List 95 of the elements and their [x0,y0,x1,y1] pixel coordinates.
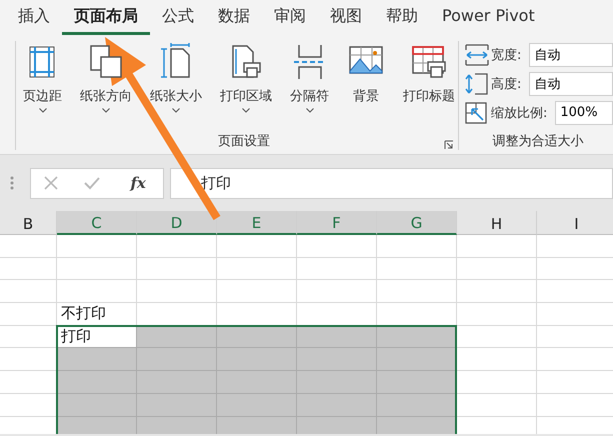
chevron-down-icon [102,108,110,112]
spreadsheet-cell[interactable] [137,235,217,258]
insert-function-button[interactable]: fx [126,174,150,192]
spreadsheet-cell[interactable] [377,348,457,372]
field-label: 高度: [491,76,522,93]
column-header[interactable]: G [377,211,457,235]
spreadsheet-cell[interactable] [457,394,537,416]
spreadsheet-cell[interactable] [377,280,457,304]
formula-input[interactable]: 打印 [170,168,613,198]
ribbon-tab[interactable]: 视图 [318,0,374,35]
spreadsheet-cell[interactable] [457,326,537,348]
ribbon-button[interactable]: 背景 [344,41,388,129]
spreadsheet-cell[interactable] [457,371,537,394]
column-header[interactable]: F [297,211,377,235]
spreadsheet-cell[interactable] [217,235,297,258]
field-label: 缩放比例: [491,104,548,122]
spreadsheet-cell[interactable] [377,416,457,434]
column-header[interactable]: C [57,211,137,235]
width-arrows-icon [463,42,489,68]
spreadsheet-cell[interactable] [457,235,537,258]
spreadsheet-cell[interactable] [57,371,137,394]
spreadsheet-cell[interactable] [217,394,297,416]
spreadsheet-cell[interactable] [217,258,297,280]
spreadsheet-cell[interactable] [297,348,377,372]
spreadsheet-cell[interactable] [57,348,137,372]
spreadsheet-cell[interactable] [217,280,297,304]
spreadsheet-cell[interactable] [57,394,137,416]
input-field[interactable]: 自动 [529,43,613,68]
spreadsheet-cell[interactable] [217,348,297,372]
spreadsheet-cell[interactable]: 不打印 [57,303,137,326]
ribbon-tab[interactable]: Power Pivot [430,0,547,35]
spreadsheet-cell[interactable] [377,371,457,394]
ribbon-button[interactable]: 打印标题 [400,41,458,129]
spreadsheet-cell[interactable] [0,235,57,258]
input-field[interactable]: 自动 [529,72,613,96]
ribbon-tab[interactable]: 数据 [206,0,262,35]
group-label: 调整为合适大小 [492,133,584,150]
column-header[interactable]: I [537,211,613,235]
ribbon-button[interactable]: 纸张大小 [147,41,205,129]
ribbon-tab[interactable]: 插入 [6,0,62,35]
spreadsheet-cell[interactable] [457,258,537,280]
spreadsheet-cell[interactable] [377,258,457,280]
ribbon-tab[interactable]: 帮助 [374,0,430,35]
spreadsheet-cell[interactable] [297,258,377,280]
ribbon-button[interactable]: 分隔符 [287,41,332,129]
spreadsheet-cell[interactable] [297,326,377,348]
spreadsheet-cell[interactable] [57,235,137,258]
spreadsheet-cell[interactable] [137,348,217,372]
ribbon-button[interactable]: 打印区域 [217,41,275,129]
spreadsheet-cell[interactable] [457,280,537,304]
column-header[interactable]: E [217,211,297,235]
chevron-down-icon [38,108,46,112]
spreadsheet-cell[interactable] [137,326,217,348]
dialog-launcher-icon[interactable] [444,140,454,150]
spreadsheet-cell[interactable] [377,394,457,416]
spreadsheet-cell[interactable] [457,348,537,372]
spreadsheet-cell[interactable] [377,235,457,258]
drag-handle-icon[interactable] [10,176,14,190]
spreadsheet-cell[interactable] [0,280,57,304]
chevron-down-icon [242,108,250,112]
input-field[interactable]: 100% [555,100,613,125]
spreadsheet-cell[interactable] [297,235,377,258]
spreadsheet-cell[interactable] [457,303,537,326]
spreadsheet-cell[interactable] [297,394,377,416]
chevron-down-icon [306,108,314,112]
table-printer-icon [410,43,448,81]
spreadsheet-cell[interactable]: 打印 [57,326,137,348]
spreadsheet-cell[interactable] [137,394,217,416]
spreadsheet-cell[interactable] [57,258,137,280]
spreadsheet-cell[interactable] [217,326,297,348]
ribbon-tab[interactable]: 公式 [150,0,206,35]
cancel-icon[interactable] [44,176,58,190]
spreadsheet-cell[interactable] [217,416,297,434]
checkmark-icon[interactable] [84,176,100,190]
spreadsheet-cell[interactable] [137,371,217,394]
spreadsheet-cell[interactable] [297,371,377,394]
column-header[interactable]: H [457,211,537,235]
spreadsheet-cell[interactable] [57,416,137,434]
spreadsheet-cell[interactable] [297,280,377,304]
field-label: 宽度: [491,47,522,64]
height-arrows-icon [463,71,489,97]
column-header[interactable]: D [137,211,217,235]
spreadsheet-cell[interactable] [137,416,217,434]
spreadsheet-cell[interactable] [217,371,297,394]
spreadsheet-cell[interactable] [297,416,377,434]
spreadsheet-cell[interactable] [137,280,217,304]
spreadsheet-cell[interactable] [57,280,137,304]
ribbon-button[interactable]: 页边距 [20,41,65,129]
spreadsheet-cell[interactable] [0,258,57,280]
ribbon-tab[interactable]: 审阅 [262,0,318,35]
chevron-down-icon [172,108,180,112]
column-header[interactable]: B [0,211,57,235]
spreadsheet-cell[interactable] [0,303,57,326]
group-label: 页面设置 [217,133,270,150]
spreadsheet-cell[interactable] [137,258,217,280]
